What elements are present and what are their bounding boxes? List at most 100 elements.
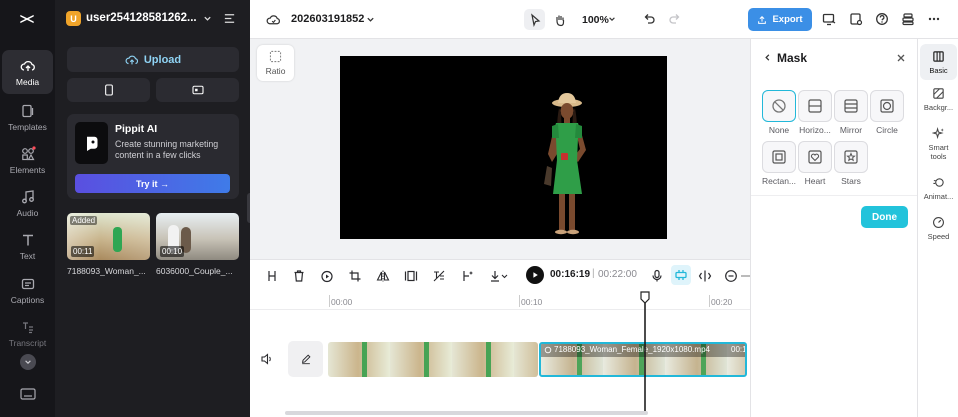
horizontal-line-icon [808,99,822,113]
mask-option-mirror[interactable] [834,90,868,122]
database-icon [902,13,914,26]
hand-tool-button[interactable] [549,9,570,30]
rail-label-text: Text [19,250,36,261]
mask-option-heart[interactable] [798,141,832,173]
magnet-toggle[interactable] [671,265,691,285]
download-button[interactable] [486,268,511,283]
mask-option-horizontal[interactable] [798,90,832,122]
storage-button[interactable] [899,10,917,28]
ratio-label: Ratio [265,66,286,76]
rail-label-templates: Templates [8,121,47,132]
rail-item-media[interactable]: Media [2,50,53,94]
adjust-button[interactable] [431,268,446,283]
pippit-logo [75,122,108,164]
mirror-button[interactable] [403,268,418,283]
user-name[interactable]: user254128581262... [86,12,197,24]
select-tool-button[interactable] [524,9,545,30]
capcut-logo[interactable] [15,8,39,30]
split-button[interactable] [264,268,279,283]
collapse-panel-icon[interactable] [223,12,236,25]
video-frame-image [544,93,586,235]
mask-option-label: Stars [841,176,861,186]
rail-item-elements[interactable]: Elements [2,138,53,182]
present-button[interactable] [820,10,838,28]
track-audio-toggle[interactable] [260,352,274,366]
ratio-button[interactable]: Ratio [257,45,294,81]
tab-label: Backgr... [923,103,954,112]
mask-panel: Mask None Horizo... Mirror Circle Rectan… [750,39,918,417]
voiceover-button[interactable] [649,268,664,283]
rail-expand-button[interactable] [20,354,36,370]
playhead[interactable] [640,291,650,411]
mask-option-stars[interactable] [834,141,868,173]
chevron-down-icon[interactable] [366,15,375,24]
rail-item-captions[interactable]: Captions [2,268,53,312]
keyboard-icon[interactable] [20,388,36,400]
upload-label: Upload [143,53,182,66]
tab-background[interactable]: Backgr... [920,87,957,112]
flip-button[interactable] [375,268,390,283]
media-duration: 00:10 [160,246,185,257]
rectangle-mask-icon [772,150,786,164]
redo-button[interactable] [666,10,684,28]
undo-button[interactable] [640,10,658,28]
promo-title: Pippit AI [115,123,158,135]
promo-try-button[interactable]: Try it → [75,174,230,193]
close-icon[interactable] [896,53,906,63]
star-mask-icon [844,150,858,164]
done-button[interactable]: Done [861,206,908,228]
phone-upload-button[interactable] [67,78,150,102]
tab-basic[interactable]: Basic [920,44,957,80]
zoom-level[interactable]: 100% [582,14,609,26]
tab-animation[interactable]: Animat... [920,176,957,201]
pointer-icon [530,12,540,27]
delete-button[interactable] [291,268,306,283]
rail-item-audio[interactable]: Audio [2,181,53,225]
pencil-icon [301,354,311,365]
mask-option-rectangle[interactable] [762,141,796,173]
crop-button[interactable] [347,268,362,283]
timeline-ruler[interactable] [250,290,750,310]
zoom-slider-track[interactable] [741,275,750,277]
media-name: 7188093_Woman_... [67,266,146,276]
pippit-promo-card: Pippit AI Create stunning marketing cont… [67,114,239,199]
screen-record-icon [191,85,204,95]
project-name[interactable]: 202603191852 [291,13,364,25]
more-options-button[interactable] [925,10,943,28]
tab-speed[interactable]: Speed [920,216,957,241]
zoom-out-button[interactable] [723,268,738,283]
mask-option-circle[interactable] [870,90,904,122]
video-preview[interactable] [340,56,667,239]
help-button[interactable] [873,10,891,28]
chevron-down-icon[interactable] [203,14,212,23]
media-thumbnail[interactable]: 00:10 [156,213,239,260]
media-thumbnail[interactable]: Added 00:11 [67,213,150,260]
share-button[interactable] [847,10,865,28]
mask-option-none[interactable] [762,90,796,122]
user-avatar[interactable]: U [66,11,81,26]
hand-icon [555,15,564,26]
rail-item-text[interactable]: Text [2,224,53,268]
circle-mask-icon [880,99,894,113]
total-time: 00:22:00 [598,269,637,280]
cloud-upload-icon [20,60,35,71]
export-label: Export [772,14,803,25]
back-chevron-icon[interactable] [763,53,772,62]
rail-label-transcript: Transcript [8,337,47,348]
play-icon [533,272,538,278]
timeline-scrollbar[interactable] [285,411,648,415]
rail-item-templates[interactable]: Templates [2,95,53,139]
speed-button[interactable] [319,268,334,283]
split-view-button[interactable] [697,268,712,283]
export-button[interactable]: Export [748,8,812,31]
freeze-button[interactable] [459,268,474,283]
rail-label-captions: Captions [10,294,45,305]
play-button[interactable] [526,266,544,284]
track-cover-button[interactable] [288,341,323,377]
rail-item-transcript[interactable]: Transcript [2,311,53,355]
record-screen-button[interactable] [156,78,239,102]
upload-button[interactable]: Upload [67,47,239,72]
chevron-down-icon[interactable] [608,15,616,23]
tab-smart-tools[interactable]: Smart tools [920,127,957,161]
timeline-clip[interactable] [328,342,538,377]
